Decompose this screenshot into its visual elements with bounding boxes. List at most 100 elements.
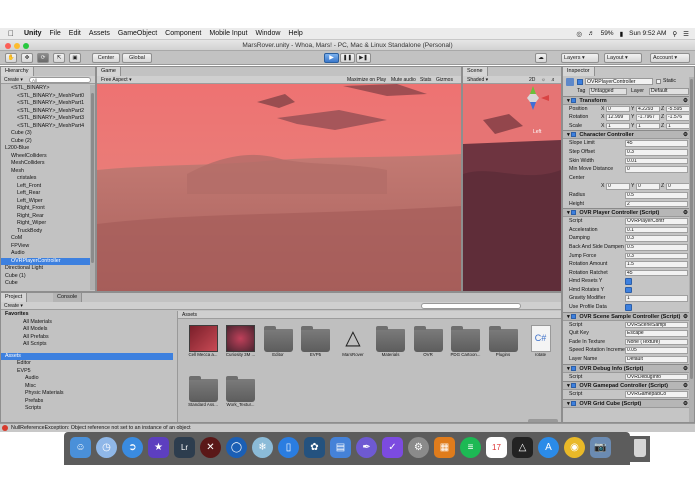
- asset-item[interactable]: Work_Textur...: [224, 375, 258, 422]
- inspector-scrollbar[interactable]: [689, 77, 694, 422]
- component-gear-icon[interactable]: ⚙: [683, 131, 688, 139]
- finder-icon[interactable]: ☺: [70, 437, 91, 458]
- rect-tool-icon[interactable]: ▣: [69, 53, 81, 63]
- hierarchy-item[interactable]: Left_Front: [1, 183, 91, 191]
- hierarchy-item[interactable]: Cube: [1, 280, 91, 288]
- close-window-icon[interactable]: [5, 43, 11, 49]
- move-tool-icon[interactable]: ✥: [21, 53, 33, 63]
- character-controller-header[interactable]: ▾ Character Controller ⚙: [563, 130, 691, 140]
- unity-icon[interactable]: △: [512, 437, 533, 458]
- system-clock-icon[interactable]: ◷: [96, 437, 117, 458]
- field-input[interactable]: OVRDebugInfo: [625, 373, 688, 381]
- axis-z-input[interactable]: 0: [666, 183, 690, 190]
- field-input[interactable]: 45: [625, 269, 688, 277]
- clock[interactable]: Sun 9:52 AM: [629, 30, 666, 37]
- layers-dropdown[interactable]: Layers ▾: [561, 53, 599, 63]
- menu-app-unity[interactable]: Unity: [24, 30, 42, 37]
- field-input[interactable]: 0: [625, 166, 688, 173]
- folder-blue-icon[interactable]: ▤: [330, 437, 351, 458]
- project-folder-item[interactable]: EVP5: [1, 368, 173, 376]
- mute-audio-toggle[interactable]: Mute audio: [391, 76, 416, 84]
- field-checkbox[interactable]: [625, 286, 632, 294]
- mode-2d-toggle[interactable]: 2D: [529, 76, 535, 84]
- component-gear-icon[interactable]: ⚙: [683, 382, 688, 390]
- component-enabled-checkbox[interactable]: [571, 313, 577, 319]
- scene-viewport[interactable]: Left: [463, 84, 561, 291]
- field-input[interactable]: 1: [625, 295, 688, 303]
- ovr-scene-sample-header[interactable]: ▾ OVR Scene Sample Controller (Script) ⚙: [563, 311, 691, 321]
- field-input[interactable]: 0.3: [625, 235, 688, 242]
- trash-icon[interactable]: [634, 439, 646, 457]
- component-enabled-checkbox[interactable]: [571, 400, 577, 406]
- folder-app-icon[interactable]: ▯: [278, 437, 299, 458]
- hierarchy-item[interactable]: Cube (2): [1, 138, 91, 146]
- hierarchy-item[interactable]: <STL_BINARY>: [1, 85, 91, 93]
- menu-help[interactable]: Help: [288, 30, 302, 37]
- tab-project[interactable]: Project: [1, 293, 28, 302]
- asset-item[interactable]: PDG Cartoon...: [449, 325, 483, 375]
- field-input[interactable]: Escape: [625, 330, 688, 337]
- favorite-item[interactable]: All Models: [1, 326, 173, 334]
- axis-z-input[interactable]: -1.576: [666, 114, 690, 121]
- hierarchy-item[interactable]: <STL_BINARY>_MeshPart1: [1, 100, 91, 108]
- asset-item[interactable]: △ MarsRover: [336, 325, 370, 375]
- field-checkbox[interactable]: [625, 278, 632, 285]
- global-local-button[interactable]: Global: [122, 53, 152, 63]
- tab-scene[interactable]: Scene: [463, 67, 488, 76]
- menu-edit[interactable]: Edit: [69, 30, 81, 37]
- asset-item[interactable]: OVR: [411, 325, 445, 375]
- hierarchy-item[interactable]: MeshColliders: [1, 160, 91, 168]
- console-status-bar[interactable]: NullReferenceException: Object reference…: [0, 423, 695, 432]
- hierarchy-item[interactable]: <STL_BINARY>_MeshPart0: [1, 93, 91, 101]
- scene-audio-icon[interactable]: ♬: [551, 76, 556, 84]
- field-input[interactable]: 2: [625, 200, 688, 208]
- asset-item[interactable]: Plugins: [486, 325, 520, 375]
- grid-app-icon[interactable]: ▦: [434, 437, 455, 458]
- hierarchy-scrollbar[interactable]: [90, 85, 95, 290]
- field-input[interactable]: 0.05: [625, 347, 688, 355]
- tag-dropdown[interactable]: Untagged: [589, 88, 627, 95]
- hierarchy-search-input[interactable]: [29, 77, 91, 83]
- hierarchy-item[interactable]: Left_Wiper: [1, 198, 91, 206]
- wifi-icon[interactable]: ◎: [576, 30, 582, 38]
- x-app-icon[interactable]: ✕: [200, 437, 221, 458]
- component-gear-icon[interactable]: ⚙: [683, 209, 688, 217]
- asset-item[interactable]: Editor: [261, 325, 295, 375]
- field-checkbox[interactable]: [625, 304, 632, 311]
- menu-component[interactable]: Component: [165, 30, 201, 37]
- hierarchy-item[interactable]: FPView: [1, 243, 91, 251]
- aspect-dropdown[interactable]: Free Aspect ▾: [101, 76, 132, 84]
- tab-game[interactable]: Game: [97, 67, 121, 76]
- project-folder-item[interactable]: Misc: [1, 383, 173, 391]
- project-folder-item[interactable]: Prefabs: [1, 398, 173, 406]
- ovr-debug-info-header[interactable]: ▾ OVR Debug Info (Script) ⚙: [563, 363, 691, 373]
- menu-mobile-input[interactable]: Mobile Input: [209, 30, 247, 37]
- volume-icon[interactable]: ♬: [588, 30, 595, 37]
- axis-y-input[interactable]: 1: [636, 122, 660, 130]
- scale-tool-icon[interactable]: ⇱: [53, 53, 65, 63]
- static-checkbox[interactable]: [656, 79, 661, 84]
- hierarchy-item[interactable]: Right_Wiper: [1, 220, 91, 228]
- gizmos-dropdown[interactable]: Gizmos: [436, 76, 453, 84]
- maximize-on-play-toggle[interactable]: Maximize on Play: [347, 76, 386, 84]
- assets-root-item[interactable]: Assets: [1, 352, 173, 360]
- component-enabled-checkbox[interactable]: [571, 97, 577, 103]
- hierarchy-item[interactable]: Right_Rear: [1, 213, 91, 221]
- stats-toggle[interactable]: Stats: [420, 76, 431, 84]
- safari-icon[interactable]: ➲: [122, 437, 143, 458]
- object-name-input[interactable]: OVRPlayerController: [585, 78, 653, 85]
- axis-z-input[interactable]: -5.595: [666, 105, 690, 113]
- game-viewport[interactable]: [97, 84, 461, 291]
- hierarchy-item[interactable]: Directional Light: [1, 265, 91, 273]
- bluetooth-icon[interactable]: ❄: [252, 437, 273, 458]
- component-enabled-checkbox[interactable]: [571, 210, 577, 216]
- shading-dropdown[interactable]: Shaded ▾: [467, 76, 488, 84]
- imovie-star-icon[interactable]: ★: [148, 437, 169, 458]
- component-enabled-checkbox[interactable]: [571, 365, 577, 371]
- asset-item[interactable]: Materials: [374, 325, 408, 375]
- ovr-grid-cube-header[interactable]: ▾ OVR Grid Cube (Script) ⚙: [563, 398, 691, 408]
- hierarchy-item[interactable]: WheelColliders: [1, 153, 91, 161]
- field-input[interactable]: OVRPlayerContr: [625, 218, 688, 225]
- axis-x-input[interactable]: 0: [606, 183, 630, 190]
- axis-y-input[interactable]: 4.2293: [636, 105, 660, 113]
